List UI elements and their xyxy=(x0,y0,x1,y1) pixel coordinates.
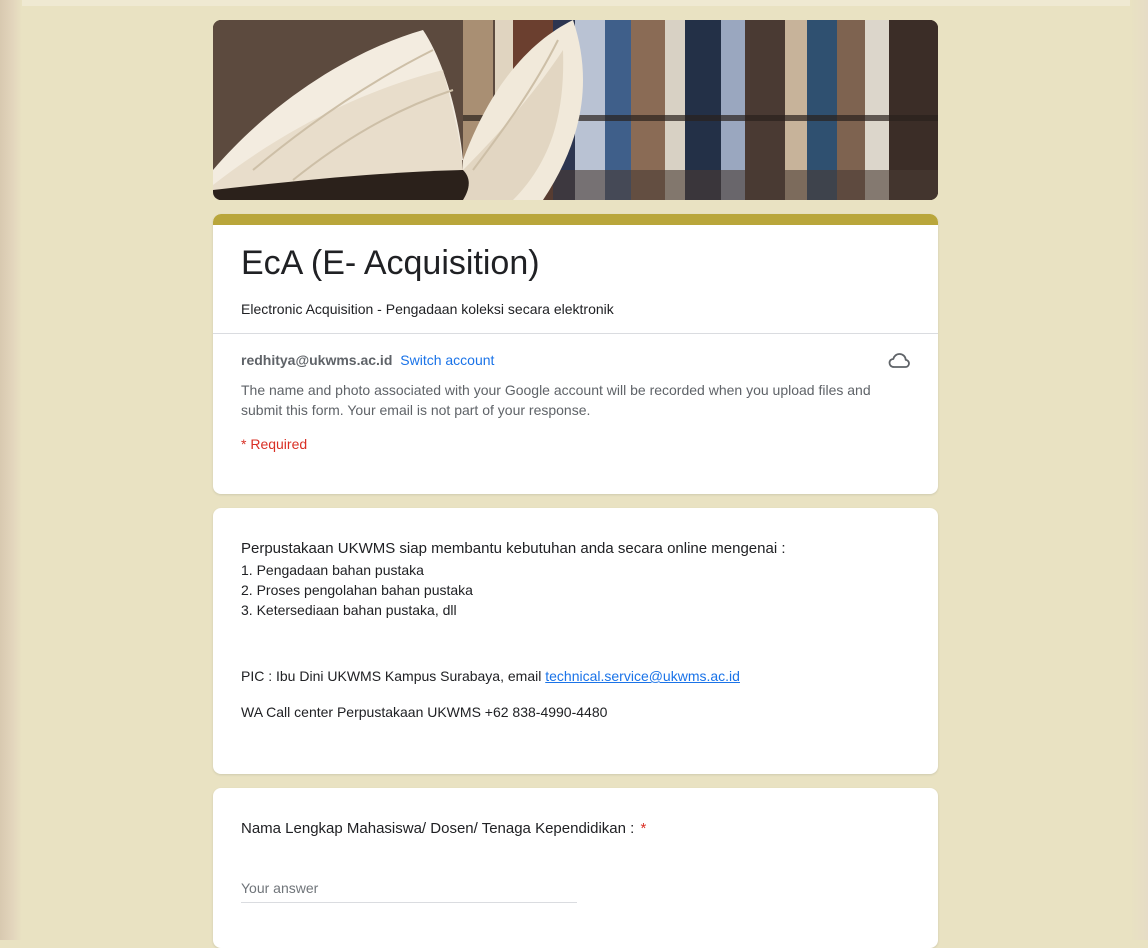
page-background-left xyxy=(0,0,22,940)
question-label: Nama Lengkap Mahasiswa/ Dosen/ Tenaga Ke… xyxy=(241,818,910,840)
full-name-input[interactable] xyxy=(241,876,577,903)
question-text: Nama Lengkap Mahasiswa/ Dosen/ Tenaga Ke… xyxy=(241,820,635,837)
question-card-full-name: Nama Lengkap Mahasiswa/ Dosen/ Tenaga Ke… xyxy=(213,788,938,948)
pic-email-link[interactable]: technical.service@ukwms.ac.id xyxy=(545,668,740,684)
form-description: Electronic Acquisition - Pengadaan kolek… xyxy=(241,301,614,317)
form-header-card: EcA (E- Acquisition) Electronic Acquisit… xyxy=(213,214,938,494)
info-card: Perpustakaan UKWMS siap membantu kebutuh… xyxy=(213,508,938,774)
required-star: * xyxy=(640,820,647,837)
page-background-right xyxy=(1130,0,1148,940)
account-email: redhitya@ukwms.ac.id xyxy=(241,352,393,368)
cloud-save-icon xyxy=(888,352,910,370)
list-item: 2. Proses pengolahan bahan pustaka xyxy=(241,582,473,598)
required-indicator: * Required xyxy=(241,436,308,452)
open-book-illustration xyxy=(213,20,938,200)
account-row: redhitya@ukwms.ac.id Switch account xyxy=(213,334,938,370)
info-list: 1. Pengadaan bahan pustaka 2. Proses pen… xyxy=(241,560,910,620)
list-item: 3. Ketersediaan bahan pustaka, dll xyxy=(241,602,457,618)
info-lead: Perpustakaan UKWMS siap membantu kebutuh… xyxy=(241,540,786,557)
form-title: EcA (E- Acquisition) xyxy=(241,244,540,282)
header-accent-bar xyxy=(213,214,938,225)
pic-contact-text: PIC : Ibu Dini UKWMS Kampus Surabaya, em… xyxy=(241,668,546,684)
pic-contact-line: PIC : Ibu Dini UKWMS Kampus Surabaya, em… xyxy=(241,666,910,686)
list-item: 1. Pengadaan bahan pustaka xyxy=(241,562,424,578)
header-banner-image xyxy=(213,20,938,200)
top-strip xyxy=(0,0,1148,6)
switch-account-link[interactable]: Switch account xyxy=(400,352,494,368)
wa-callcenter-line: WA Call center Perpustakaan UKWMS +62 83… xyxy=(241,704,608,720)
account-privacy-note: The name and photo associated with your … xyxy=(241,382,871,418)
form-column: EcA (E- Acquisition) Electronic Acquisit… xyxy=(213,20,938,948)
